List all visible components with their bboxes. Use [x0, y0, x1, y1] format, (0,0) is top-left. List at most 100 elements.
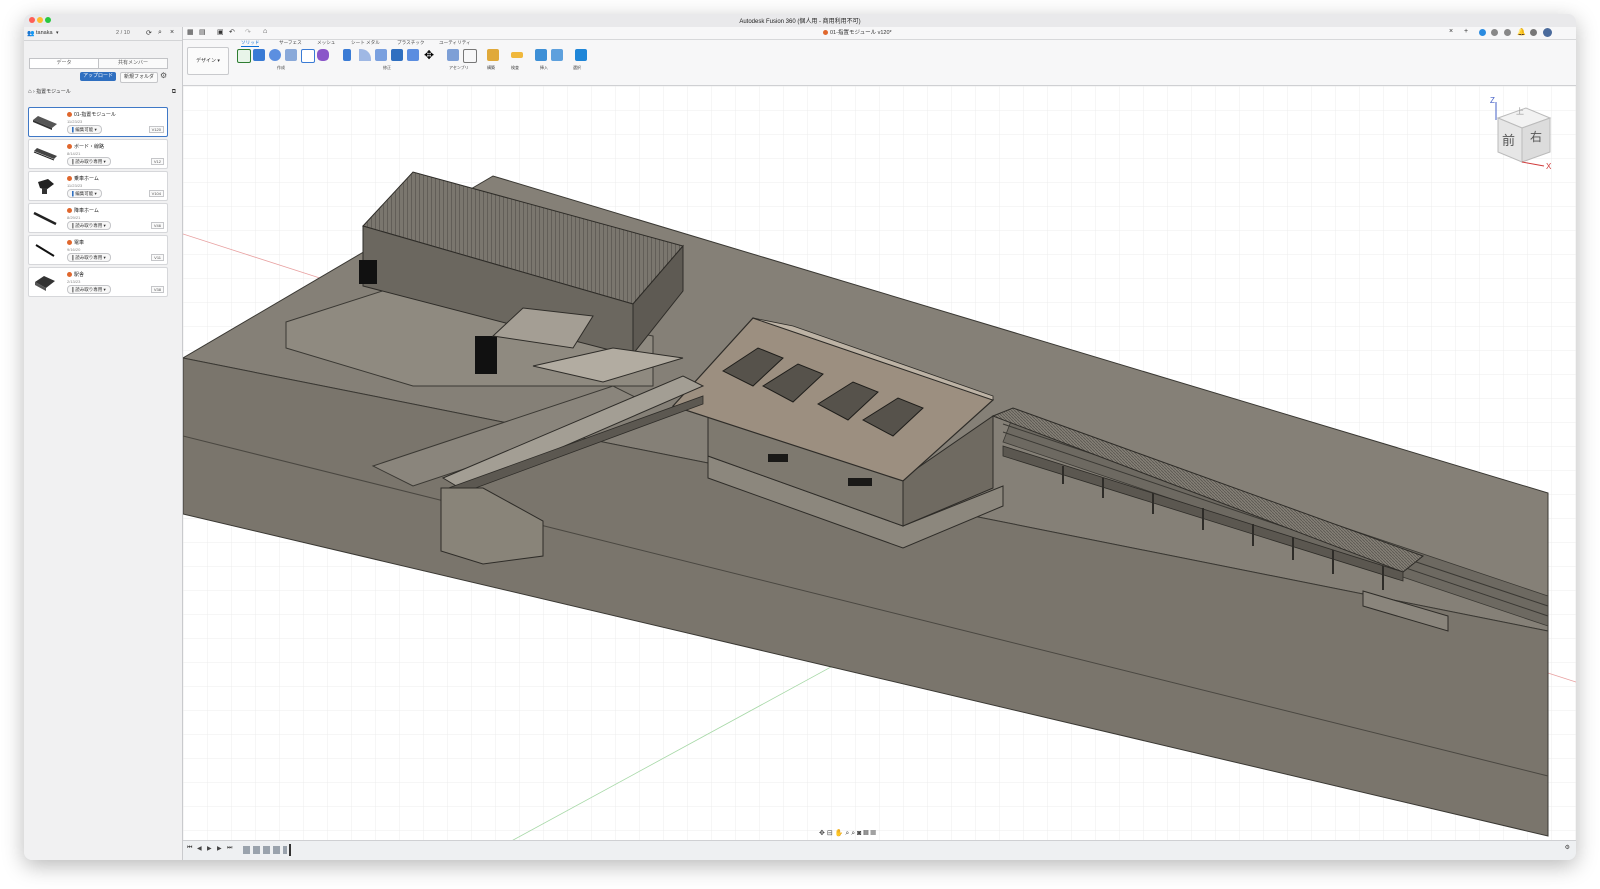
- extrude-icon[interactable]: [253, 49, 265, 61]
- timeline-features[interactable]: [243, 846, 287, 854]
- list-item[interactable]: 電車 9/16/20 ▌読み取り専用 ▾ V11: [28, 235, 168, 265]
- refresh-icon[interactable]: ⟳: [146, 29, 152, 37]
- notification-icon[interactable]: 🔔: [1517, 28, 1526, 36]
- form-icon[interactable]: [317, 49, 329, 61]
- version-badge[interactable]: V120: [148, 126, 164, 133]
- upload-button[interactable]: アップロード: [80, 72, 116, 81]
- tab-solid[interactable]: ソリッド: [241, 40, 260, 47]
- permission-dropdown[interactable]: ▌編集可能 ▾: [67, 189, 102, 198]
- viewcube-top[interactable]: 上: [1516, 106, 1524, 117]
- view-cube[interactable]: 前 右 上 Z X: [1486, 96, 1556, 171]
- list-item[interactable]: 駅舎 2/13/23 ▌読み取り専用 ▾ V38: [28, 267, 168, 297]
- play-icon[interactable]: ▶: [207, 845, 212, 852]
- permission-dropdown[interactable]: ▌読み取り専用 ▾: [67, 285, 111, 294]
- home-icon[interactable]: ⌂: [263, 28, 267, 35]
- jobs-icon[interactable]: [1491, 29, 1498, 36]
- version-badge[interactable]: V11: [151, 254, 164, 261]
- list-item[interactable]: 01-指置モジュール 11/23/23 ▌編集可能 ▾ V120: [28, 107, 168, 137]
- group-create[interactable]: 作成: [277, 65, 285, 71]
- grid-menu-icon[interactable]: ▦: [187, 28, 194, 36]
- step-back-icon[interactable]: ◀: [197, 845, 202, 852]
- permission-dropdown[interactable]: ▌読み取り専用 ▾: [67, 253, 111, 262]
- close-tab-icon[interactable]: ×: [1449, 28, 1453, 35]
- version-badge[interactable]: V12: [150, 158, 164, 165]
- combine-icon[interactable]: [407, 49, 419, 61]
- select-icon[interactable]: [575, 49, 587, 61]
- zoom-icon[interactable]: ⌕: [845, 830, 849, 837]
- avatar[interactable]: [1543, 28, 1552, 37]
- tab-surface[interactable]: サーフェス: [279, 40, 302, 46]
- list-item[interactable]: ボード・線路 8/14/21 ▌読み取り専用 ▾ V12: [28, 139, 168, 169]
- tab-utility[interactable]: ユーティリティ: [439, 40, 471, 46]
- folder-options-icon[interactable]: ⧉: [172, 87, 176, 97]
- extensions-icon[interactable]: [1504, 29, 1511, 36]
- pan-icon[interactable]: ✋: [835, 830, 844, 837]
- document-tab[interactable]: 01-指置モジュール v120*: [823, 28, 892, 36]
- version-badge[interactable]: V104: [148, 190, 164, 197]
- hole-icon[interactable]: [285, 49, 297, 61]
- insert-icon[interactable]: [535, 49, 547, 61]
- create-sketch-icon[interactable]: [237, 49, 251, 63]
- new-folder-button[interactable]: 新規フォルダ: [120, 72, 158, 83]
- home-icon[interactable]: ⌂: [28, 89, 32, 95]
- user-name[interactable]: tanaka: [36, 30, 53, 36]
- step-forward-icon[interactable]: ▶: [217, 845, 222, 852]
- group-modify[interactable]: 修正: [383, 65, 391, 71]
- list-item[interactable]: 降車ホーム 8/29/21 ▌読み取り専用 ▾ V46: [28, 203, 168, 233]
- measure-icon[interactable]: [511, 52, 523, 58]
- permission-dropdown[interactable]: ▌読み取り専用 ▾: [67, 157, 111, 166]
- undo-icon[interactable]: ↶: [229, 28, 235, 36]
- timeline-settings-icon[interactable]: ⚙: [1565, 844, 1570, 851]
- fillet-icon[interactable]: [359, 49, 371, 61]
- permission-dropdown[interactable]: ▌編集可能 ▾: [67, 125, 102, 134]
- job-status[interactable]: 2 / 10: [116, 30, 130, 36]
- model-view[interactable]: [183, 86, 1576, 841]
- group-construct[interactable]: 構築: [487, 65, 495, 71]
- tab-plastic[interactable]: プラスチック: [397, 40, 424, 46]
- group-inspect[interactable]: 検査: [511, 65, 519, 71]
- breadcrumb-folder[interactable]: 指置モジュール: [36, 89, 71, 95]
- viewcube-right[interactable]: 右: [1530, 128, 1542, 145]
- press-pull-icon[interactable]: [343, 49, 351, 61]
- viewports-icon[interactable]: ▤: [871, 830, 876, 837]
- workspace-switcher[interactable]: デザイン ▾: [187, 47, 229, 75]
- display-settings-icon[interactable]: ◙: [857, 830, 861, 837]
- grid-settings-icon[interactable]: ▦: [863, 830, 868, 837]
- fit-icon[interactable]: ⌕: [851, 830, 855, 837]
- pattern-icon[interactable]: [301, 49, 315, 63]
- file-menu-icon[interactable]: ▤: [199, 28, 206, 36]
- joint-icon[interactable]: [463, 49, 477, 63]
- look-at-icon[interactable]: ⊟: [827, 830, 833, 837]
- go-to-end-icon[interactable]: ⏭: [227, 845, 232, 852]
- online-status-icon[interactable]: [1479, 29, 1486, 36]
- timeline-marker[interactable]: [289, 844, 291, 856]
- close-icon[interactable]: ×: [170, 29, 174, 36]
- chamfer-icon[interactable]: [375, 49, 387, 61]
- help-icon[interactable]: [1530, 29, 1537, 36]
- tab-sheet-metal[interactable]: シート メタル: [351, 40, 380, 46]
- redo-icon[interactable]: ↷: [245, 28, 251, 36]
- permission-dropdown[interactable]: ▌読み取り専用 ▾: [67, 221, 111, 230]
- orbit-icon[interactable]: ✥: [819, 830, 825, 837]
- version-badge[interactable]: V38: [150, 286, 164, 293]
- tab-mesh[interactable]: メッシュ: [317, 40, 335, 46]
- canvas-viewport[interactable]: 前 右 上 Z X ✥ ⊟ ✋ ⌕ ⌕ ◙ ▦ ▤: [183, 86, 1576, 841]
- viewcube-front[interactable]: 前: [1502, 130, 1515, 149]
- shell-icon[interactable]: [391, 49, 403, 61]
- go-to-start-icon[interactable]: ⏮: [187, 845, 192, 852]
- tab-data[interactable]: データ: [29, 58, 99, 69]
- insert-image-icon[interactable]: [551, 49, 563, 61]
- save-icon[interactable]: ▣: [217, 28, 224, 36]
- move-icon[interactable]: ✥: [423, 49, 435, 61]
- construct-plane-icon[interactable]: [487, 49, 499, 61]
- group-select[interactable]: 選択: [573, 65, 581, 71]
- group-assemble[interactable]: アセンブリ: [449, 65, 469, 71]
- tab-members[interactable]: 共有メンバー: [98, 58, 168, 69]
- new-component-icon[interactable]: [447, 49, 459, 61]
- group-insert[interactable]: 挿入: [540, 65, 548, 71]
- search-icon[interactable]: ⌕: [158, 29, 162, 37]
- list-item[interactable]: 乗車ホーム 11/23/23 ▌編集可能 ▾ V104: [28, 171, 168, 201]
- add-tab-icon[interactable]: +: [1464, 28, 1468, 35]
- version-badge[interactable]: V46: [150, 222, 164, 229]
- revolve-icon[interactable]: [269, 49, 281, 61]
